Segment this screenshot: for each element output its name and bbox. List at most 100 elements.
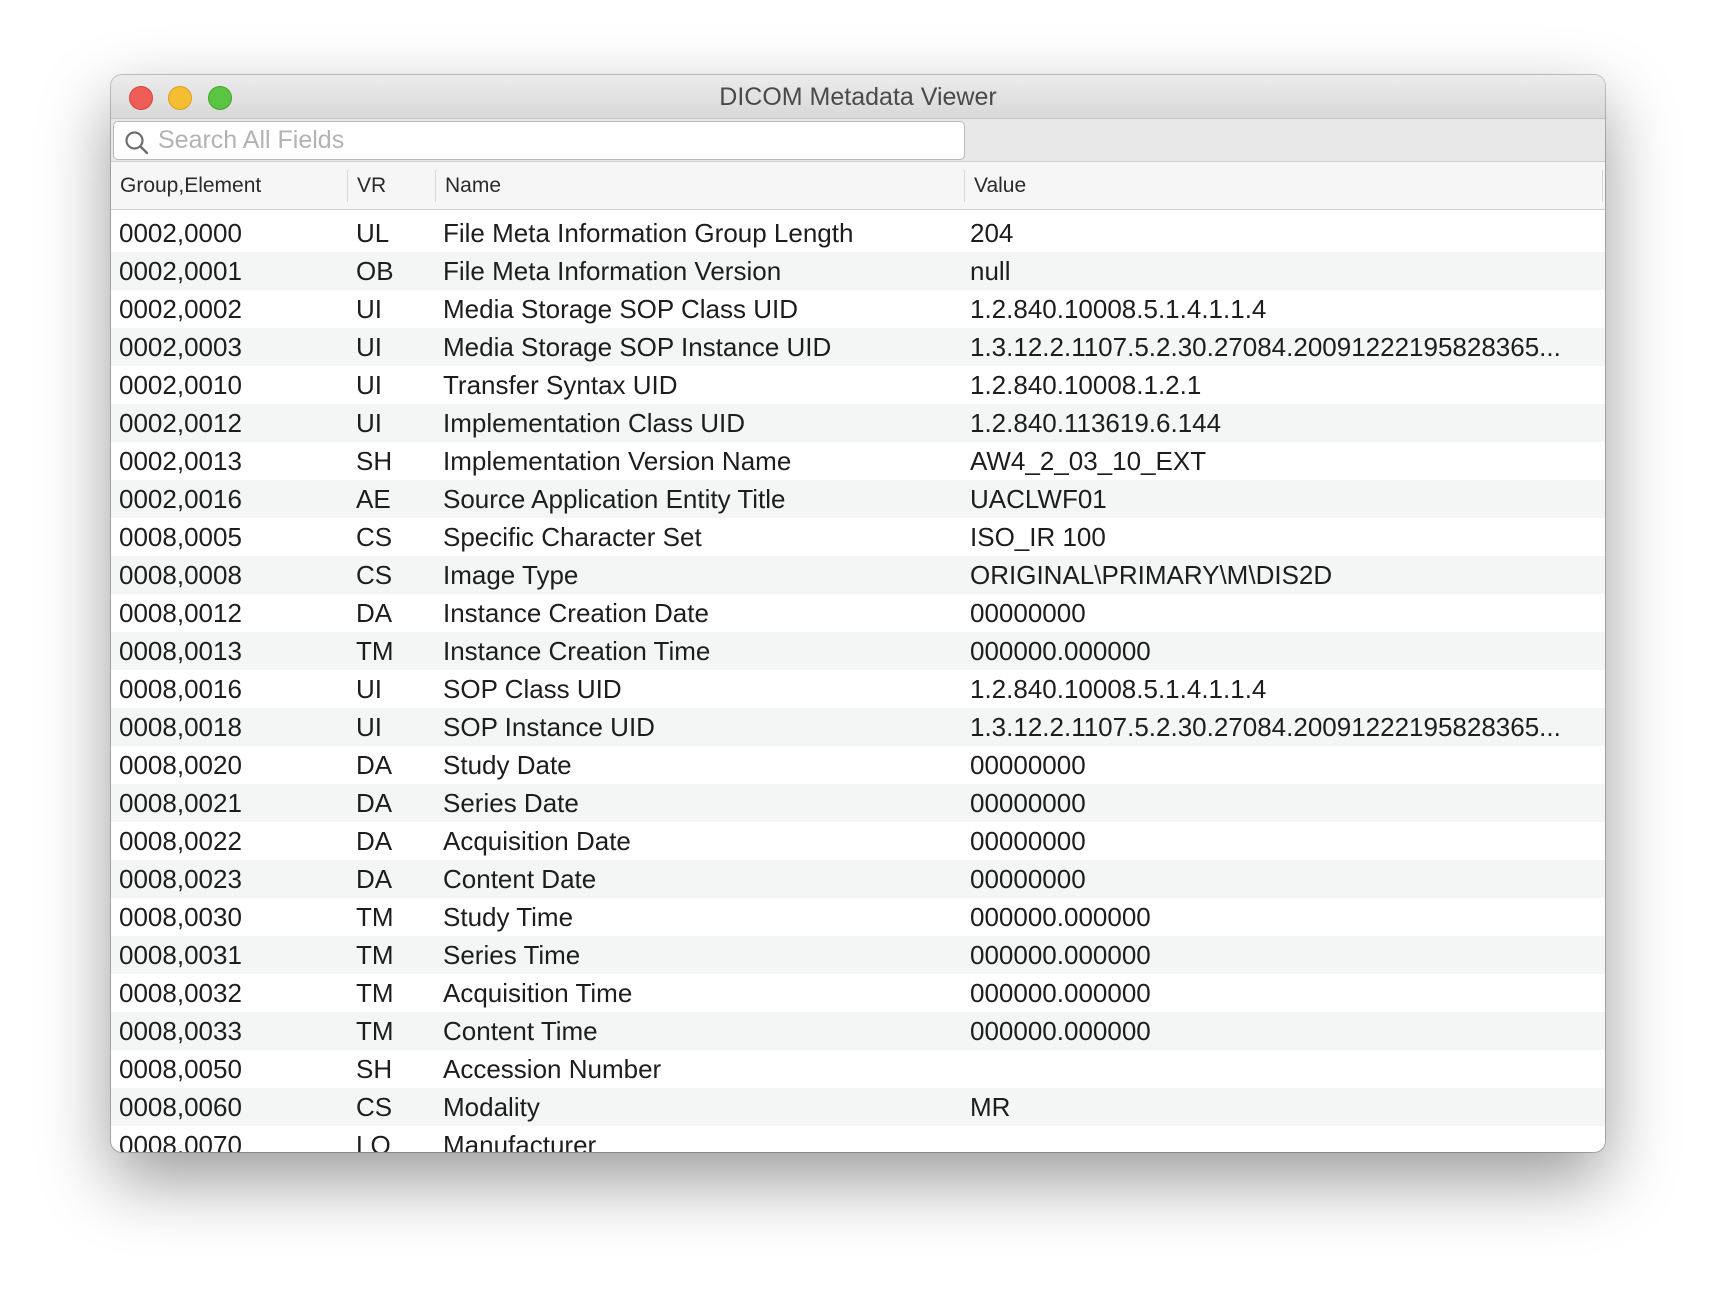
- table-row[interactable]: 0008,0018 UI SOP Instance UID 1.3.12.2.1107…: [111, 708, 1605, 746]
- cell-group-element: 0008,0021: [119, 788, 242, 818]
- cell-group-element: 0008,0060: [119, 1092, 242, 1122]
- cell-value: 1.2.840.113619.6.144: [970, 408, 1222, 438]
- cell-vr: CS: [356, 560, 393, 590]
- cell-name: Acquisition Time: [443, 978, 633, 1008]
- table-row[interactable]: 0008,0031 TM Series Time 000000.000000: [111, 936, 1605, 974]
- window-title: DICOM Metadata Viewer: [719, 83, 997, 111]
- table-row[interactable]: 0002,0010 UI Transfer Syntax UID 1.2.840.10…: [111, 366, 1605, 404]
- cell-name: Content Date: [443, 864, 597, 894]
- table-row[interactable]: 0002,0013 SH Implementation Version Name AW…: [111, 442, 1605, 480]
- cell-vr: UI: [356, 370, 382, 400]
- column-header-group-element[interactable]: Group,Element: [111, 162, 347, 209]
- cell-name: Accession Number: [443, 1054, 662, 1084]
- cell-value: 000000.000000: [970, 978, 1151, 1008]
- cell-vr: DA: [356, 864, 393, 894]
- cell-name: Media Storage SOP Class UID: [443, 294, 798, 324]
- cell-value: null: [970, 256, 1011, 286]
- cell-value: 000000.000000: [970, 940, 1151, 970]
- cell-name: Acquisition Date: [443, 826, 631, 856]
- cell-value: 00000000: [970, 750, 1086, 780]
- cell-name: Transfer Syntax UID: [443, 370, 678, 400]
- column-header-vr[interactable]: VR: [348, 162, 436, 209]
- cell-value: MR: [970, 1092, 1011, 1122]
- cell-name: File Meta Information Group Length: [443, 218, 854, 248]
- cell-vr: LO: [356, 1130, 391, 1152]
- cell-name: Image Type: [443, 560, 579, 590]
- table-row[interactable]: 0008,0033 TM Content Time 000000.000000: [111, 1012, 1605, 1050]
- cell-group-element: 0008,0013: [119, 636, 242, 666]
- cell-name: Content Time: [443, 1016, 598, 1046]
- cell-group-element: 0002,0000: [119, 218, 242, 248]
- table-row[interactable]: 0008,0032 TM Acquisition Time 000000.000000: [111, 974, 1605, 1012]
- cell-value: 00000000: [970, 598, 1086, 628]
- column-header-name[interactable]: Name: [436, 162, 963, 209]
- table-row[interactable]: 0008,0013 TM Instance Creation Time 000000.…: [111, 632, 1605, 670]
- table-row[interactable]: 0002,0003 UI Media Storage SOP Instance UI…: [111, 328, 1605, 366]
- table-row[interactable]: 0008,0070 LO Manufacturer: [111, 1126, 1605, 1152]
- table-row[interactable]: 0008,0022 DA Acquisition Date 00000000: [111, 822, 1605, 860]
- cell-value: [970, 1050, 1595, 1088]
- cell-vr: UI: [356, 294, 382, 324]
- cell-vr: CS: [356, 1092, 393, 1122]
- cell-vr: TM: [356, 1016, 394, 1046]
- cell-name: Implementation Class UID: [443, 408, 745, 438]
- table-row[interactable]: 0008,0050 SH Accession Number: [111, 1050, 1605, 1088]
- cell-group-element: 0002,0013: [119, 446, 242, 476]
- cell-name: File Meta Information Version: [443, 256, 782, 286]
- cell-group-element: 0002,0016: [119, 484, 242, 514]
- cell-vr: UI: [356, 408, 382, 438]
- cell-vr: SH: [356, 1054, 393, 1084]
- cell-group-element: 0008,0030: [119, 902, 242, 932]
- table-row[interactable]: 0008,0005 CS Specific Character Set ISO_IR …: [111, 518, 1605, 556]
- cell-group-element: 0008,0012: [119, 598, 242, 628]
- cell-vr: DA: [356, 826, 393, 856]
- table-row[interactable]: 0002,0012 UI Implementation Class UID 1.2.8…: [111, 404, 1605, 442]
- search-toolbar: [111, 119, 1605, 162]
- table-row[interactable]: 0008,0012 DA Instance Creation Date 0000000…: [111, 594, 1605, 632]
- cell-name: Series Date: [443, 788, 579, 818]
- cell-name: Manufacturer: [443, 1130, 597, 1152]
- cell-name: Instance Creation Time: [443, 636, 711, 666]
- search-input[interactable]: [158, 122, 948, 159]
- cell-group-element: 0008,0050: [119, 1054, 242, 1084]
- table-row[interactable]: 0008,0030 TM Study Time 000000.000000: [111, 898, 1605, 936]
- cell-name: Specific Character Set: [443, 522, 702, 552]
- cell-group-element: 0008,0031: [119, 940, 242, 970]
- cell-value: 000000.000000: [970, 1016, 1151, 1046]
- cell-name: Series Time: [443, 940, 581, 970]
- search-field[interactable]: [113, 121, 965, 160]
- cell-group-element: 0002,0003: [119, 332, 242, 362]
- cell-value: ORIGINAL\PRIMARY\M\DIS2D: [970, 560, 1333, 590]
- column-header-value[interactable]: Value: [965, 162, 1595, 209]
- cell-name: Modality: [443, 1092, 540, 1122]
- cell-value: [970, 1126, 1595, 1152]
- table-row[interactable]: 0002,0001 OB File Meta Information Version…: [111, 252, 1605, 290]
- table-row[interactable]: 0008,0021 DA Series Date 00000000: [111, 784, 1605, 822]
- cell-vr: DA: [356, 750, 393, 780]
- search-icon: [125, 131, 149, 155]
- cell-name: Source Application Entity Title: [443, 484, 786, 514]
- cell-group-element: 0008,0005: [119, 522, 242, 552]
- table-row[interactable]: 0002,0016 AE Source Application Entity Tit…: [111, 480, 1605, 518]
- table-row[interactable]: 0008,0016 UI SOP Class UID 1.2.840.10008.5.…: [111, 670, 1605, 708]
- metadata-table-body[interactable]: 0002,0000 UL File Meta Information Group L…: [111, 210, 1605, 1152]
- table-row[interactable]: 0008,0020 DA Study Date 00000000: [111, 746, 1605, 784]
- cell-value: 204: [970, 218, 1014, 248]
- table-row[interactable]: 0008,0023 DA Content Date 00000000: [111, 860, 1605, 898]
- cell-name: Media Storage SOP Instance UID: [443, 332, 832, 362]
- cell-vr: SH: [356, 446, 393, 476]
- app-window: DICOM Metadata Viewer Group,Element VR N…: [111, 75, 1605, 1152]
- cell-name: SOP Instance UID: [443, 712, 655, 742]
- table-row[interactable]: 0002,0002 UI Media Storage SOP Class UID 1.…: [111, 290, 1605, 328]
- cell-vr: UI: [356, 332, 382, 362]
- cell-group-element: 0008,0032: [119, 978, 242, 1008]
- table-row[interactable]: 0008,0008 CS Image Type ORIGINAL\PRIMARY\M\…: [111, 556, 1605, 594]
- cell-value: ISO_IR 100: [970, 522, 1106, 552]
- title-bar[interactable]: DICOM Metadata Viewer: [111, 75, 1605, 119]
- table-row[interactable]: 0008,0060 CS Modality MR: [111, 1088, 1605, 1126]
- cell-vr: TM: [356, 636, 394, 666]
- table-row[interactable]: 0002,0000 UL File Meta Information Group L…: [111, 214, 1605, 252]
- cell-vr: OB: [356, 256, 394, 286]
- cell-name: Study Date: [443, 750, 572, 780]
- cell-vr: UL: [356, 218, 390, 248]
